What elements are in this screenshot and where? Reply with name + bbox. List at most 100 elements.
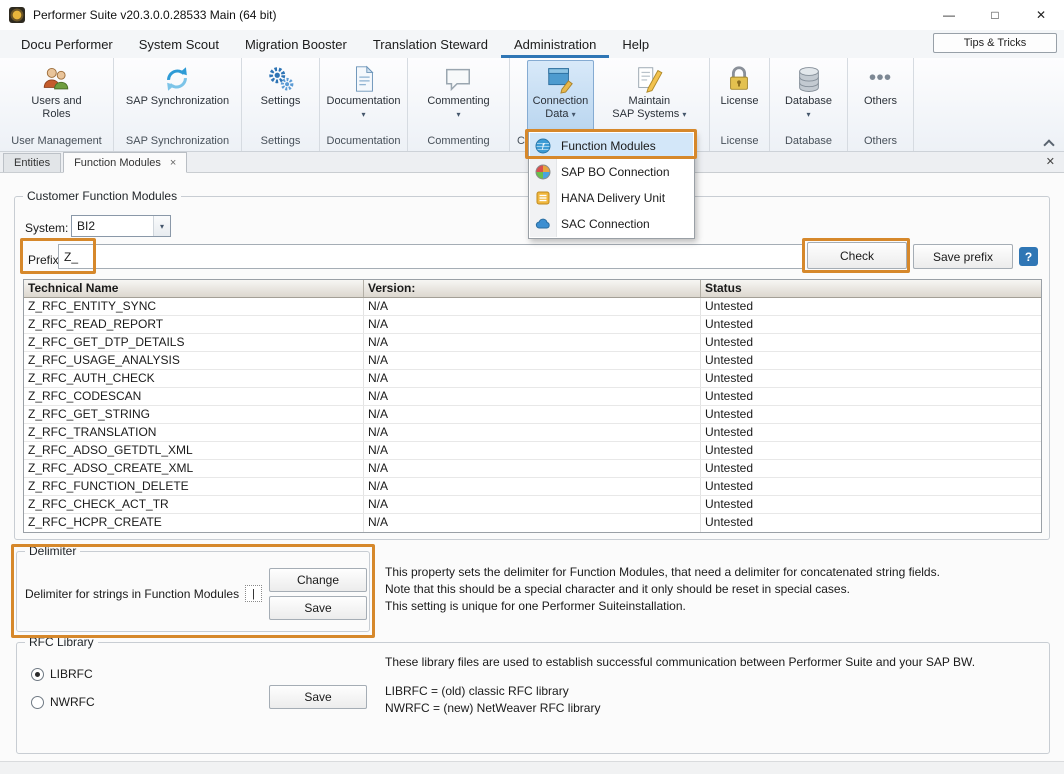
group-label-settings: Settings (242, 134, 319, 151)
maximize-button[interactable]: □ (972, 0, 1018, 30)
sap-synchronization-button[interactable]: SAP Synchronization (120, 60, 235, 134)
delimiter-description: This property sets the delimiter for Fun… (385, 564, 940, 615)
main-panel: Customer Function Modules System: BI2 ▾ … (0, 173, 1064, 761)
menu-translation-steward[interactable]: Translation Steward (360, 30, 501, 58)
table-row[interactable]: Z_RFC_ENTITY_SYNCN/AUntested (24, 298, 1041, 316)
radio-button-icon[interactable] (31, 668, 44, 681)
menu-item-sac-connection[interactable]: SAC Connection (530, 211, 693, 237)
menu-help[interactable]: Help (609, 30, 662, 58)
group-label-database: Database (770, 134, 847, 151)
chevron-down-icon[interactable]: ▾ (153, 216, 170, 236)
ribbon-group-user-management: Users and Roles User Management (0, 58, 114, 151)
radio-nwrfc-label: NWRFC (50, 695, 95, 709)
function-modules-icon: f (535, 138, 551, 154)
ribbon-collapse-icon[interactable] (1044, 138, 1054, 148)
tips-and-tricks-button[interactable]: Tips & Tricks (933, 33, 1057, 53)
col-version[interactable]: Version: (364, 280, 701, 297)
check-button[interactable]: Check (807, 242, 907, 269)
delimiter-save-button[interactable]: Save (269, 596, 367, 620)
help-icon[interactable]: ? (1019, 247, 1038, 266)
table-row[interactable]: Z_RFC_TRANSLATIONN/AUntested (24, 424, 1041, 442)
ribbon-group-sap-synchronization: SAP Synchronization SAP Synchronization (114, 58, 242, 151)
cell-status: Untested (701, 298, 1041, 315)
prefix-input[interactable] (58, 244, 804, 269)
table-row[interactable]: Z_RFC_USAGE_ANALYSISN/AUntested (24, 352, 1041, 370)
radio-librfc[interactable]: LIBRFC (31, 667, 93, 681)
ribbon-group-license: License License (710, 58, 770, 151)
customer-function-modules-box: Customer Function Modules System: BI2 ▾ … (14, 196, 1050, 540)
cell-technical-name: Z_RFC_USAGE_ANALYSIS (24, 352, 364, 369)
maintain-sap-systems-button[interactable]: Maintain SAP Systems ▾ (606, 60, 692, 134)
menu-migration-booster[interactable]: Migration Booster (232, 30, 360, 58)
cell-technical-name: Z_RFC_AUTH_CHECK (24, 370, 364, 387)
ellipsis-icon (865, 64, 895, 94)
delimiter-value-field[interactable]: | (245, 585, 262, 602)
lock-icon (724, 64, 754, 94)
tab-function-modules[interactable]: Function Modules × (63, 152, 187, 173)
change-button[interactable]: Change (269, 568, 367, 592)
box-title: Delimiter (25, 544, 80, 558)
minimize-button[interactable]: — (926, 0, 972, 30)
table-row[interactable]: Z_RFC_GET_STRINGN/AUntested (24, 406, 1041, 424)
connection-data-icon (545, 64, 575, 94)
settings-button[interactable]: Settings (255, 60, 307, 134)
panel-close-icon[interactable]: ✕ (1046, 155, 1055, 168)
tab-entities[interactable]: Entities (3, 153, 61, 172)
others-button[interactable]: Others (858, 60, 903, 134)
license-button[interactable]: License (715, 60, 765, 134)
menu-item-function-modules[interactable]: f Function Modules (530, 133, 693, 159)
chevron-down-icon: ▾ (572, 110, 576, 119)
table-row[interactable]: Z_RFC_AUTH_CHECKN/AUntested (24, 370, 1041, 388)
cell-technical-name: Z_RFC_ENTITY_SYNC (24, 298, 364, 315)
radio-nwrfc[interactable]: NWRFC (31, 695, 95, 709)
cell-version: N/A (364, 370, 701, 387)
group-label-sap-synchronization: SAP Synchronization (114, 134, 241, 151)
ribbon-group-documentation: Documentation ▾ Documentation (320, 58, 408, 151)
cell-status: Untested (701, 352, 1041, 369)
database-button[interactable]: Database ▾ (779, 60, 838, 134)
menu-administration[interactable]: Administration (501, 30, 609, 58)
cell-status: Untested (701, 496, 1041, 513)
menu-system-scout[interactable]: System Scout (126, 30, 232, 58)
cell-technical-name: Z_RFC_HCPR_CREATE (24, 514, 364, 532)
menu-item-sap-bo-connection[interactable]: SAP BO Connection (530, 159, 693, 185)
table-row[interactable]: Z_RFC_CHECK_ACT_TRN/AUntested (24, 496, 1041, 514)
cell-technical-name: Z_RFC_READ_REPORT (24, 316, 364, 333)
delimiter-label: Delimiter for strings in Function Module… (25, 587, 239, 601)
connection-data-button[interactable]: Connection Data ▾ (527, 60, 595, 134)
menu-item-label: HANA Delivery Unit (561, 191, 665, 205)
menu-docu-performer[interactable]: Docu Performer (8, 30, 126, 58)
users-icon (41, 64, 71, 94)
function-modules-table: Technical Name Version: Status Z_RFC_ENT… (23, 279, 1042, 533)
menu-item-hana-delivery-unit[interactable]: HANA Delivery Unit (530, 185, 693, 211)
rfc-description-line2: LIBRFC = (old) classic RFC library (385, 683, 569, 700)
tab-close-icon[interactable]: × (170, 157, 176, 169)
system-combobox[interactable]: BI2 ▾ (71, 215, 171, 237)
users-and-roles-button[interactable]: Users and Roles (25, 60, 87, 134)
table-row[interactable]: Z_RFC_ADSO_CREATE_XMLN/AUntested (24, 460, 1041, 478)
col-status[interactable]: Status (701, 280, 1041, 297)
cell-technical-name: Z_RFC_GET_DTP_DETAILS (24, 334, 364, 351)
chevron-down-icon: ▾ (456, 110, 460, 119)
rfc-save-button[interactable]: Save (269, 685, 367, 709)
close-button[interactable]: ✕ (1018, 0, 1064, 30)
save-prefix-button[interactable]: Save prefix (913, 244, 1013, 269)
table-row[interactable]: Z_RFC_ADSO_GETDTL_XMLN/AUntested (24, 442, 1041, 460)
radio-button-icon[interactable] (31, 696, 44, 709)
table-row[interactable]: Z_RFC_READ_REPORTN/AUntested (24, 316, 1041, 334)
table-row[interactable]: Z_RFC_HCPR_CREATEN/AUntested (24, 514, 1041, 532)
documentation-button[interactable]: Documentation ▾ (321, 60, 407, 134)
table-row[interactable]: Z_RFC_FUNCTION_DELETEN/AUntested (24, 478, 1041, 496)
table-row[interactable]: Z_RFC_CODESCANN/AUntested (24, 388, 1041, 406)
commenting-button[interactable]: Commenting ▾ (421, 60, 495, 134)
group-label-others: Others (848, 134, 913, 151)
ribbon-group-commenting: Commenting ▾ Commenting (408, 58, 510, 151)
col-technical-name[interactable]: Technical Name (24, 280, 364, 297)
cell-technical-name: Z_RFC_FUNCTION_DELETE (24, 478, 364, 495)
cell-status: Untested (701, 388, 1041, 405)
sac-cloud-icon (535, 216, 551, 232)
menu-item-label: SAC Connection (561, 217, 650, 231)
cell-status: Untested (701, 406, 1041, 423)
titlebar: Performer Suite v20.3.0.0.28533 Main (64… (0, 0, 1064, 30)
table-row[interactable]: Z_RFC_GET_DTP_DETAILSN/AUntested (24, 334, 1041, 352)
